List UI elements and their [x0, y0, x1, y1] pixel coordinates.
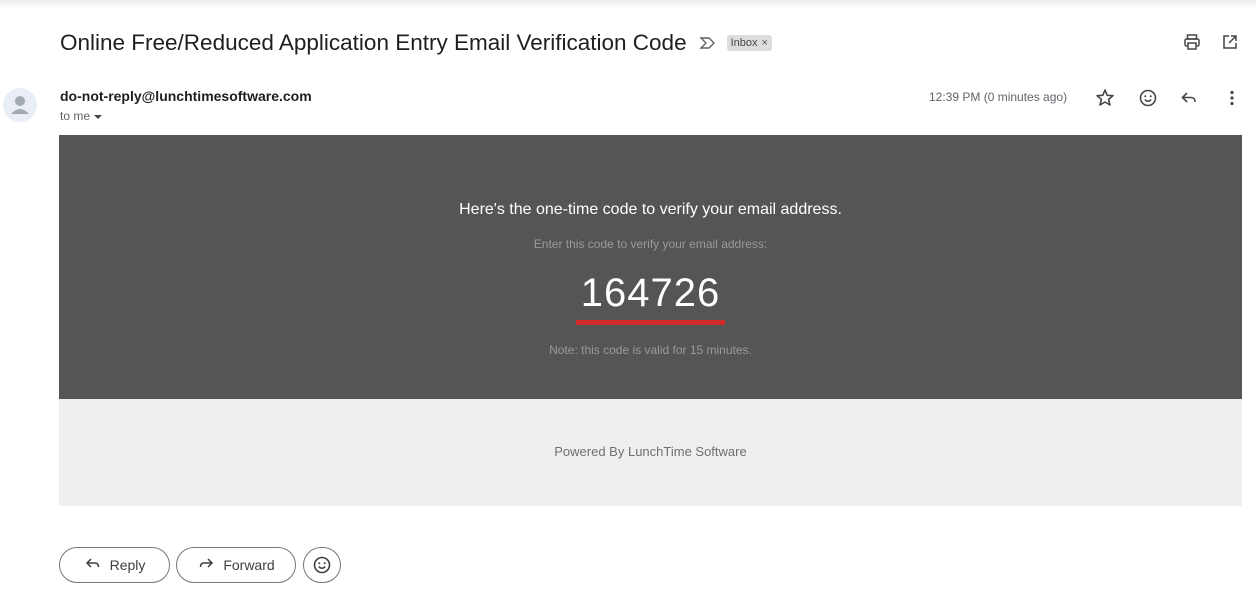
- reply-button[interactable]: Reply: [59, 547, 170, 583]
- print-icon[interactable]: [1181, 31, 1203, 53]
- inbox-label-text: Inbox: [730, 37, 758, 49]
- important-marker-icon[interactable]: [698, 36, 717, 50]
- email-subject: Online Free/Reduced Application Entry Em…: [60, 30, 687, 55]
- email-message-body: Here's the one-time code to verify your …: [59, 135, 1242, 399]
- subject-row: Online Free/Reduced Application Entry Em…: [60, 26, 772, 60]
- inbox-label-chip[interactable]: Inbox ×: [726, 35, 772, 51]
- emoji-icon: [313, 556, 331, 574]
- powered-by-text: Powered By LunchTime Software: [554, 444, 747, 459]
- email-footer-section: Powered By LunchTime Software: [59, 399, 1242, 506]
- avatar: [3, 88, 37, 122]
- reply-icon[interactable]: [1177, 86, 1201, 110]
- forward-button[interactable]: Forward: [176, 547, 296, 583]
- top-shadow: [0, 0, 1256, 8]
- email-timestamp: 12:39 PM (0 minutes ago): [929, 90, 1068, 104]
- recipient-row[interactable]: to me: [60, 109, 103, 123]
- verification-instruction: Enter this code to verify your email add…: [533, 237, 768, 251]
- forward-label: Forward: [223, 557, 275, 573]
- open-in-new-window-icon[interactable]: [1219, 31, 1241, 53]
- emoji-react-button[interactable]: [303, 547, 341, 583]
- forward-arrow-icon: [197, 556, 215, 575]
- code-validity-note: Note: this code is valid for 15 minutes.: [549, 343, 752, 357]
- reply-arrow-icon: [84, 556, 102, 575]
- remove-label-icon[interactable]: ×: [762, 35, 768, 51]
- code-underline: [576, 320, 725, 325]
- reply-label: Reply: [109, 557, 146, 573]
- recipient-details-dropdown-icon[interactable]: [94, 114, 103, 119]
- sender-email[interactable]: do-not-reply@lunchtimesoftware.com: [60, 88, 312, 104]
- emoji-react-icon[interactable]: [1136, 86, 1160, 110]
- star-icon[interactable]: [1093, 86, 1117, 110]
- more-options-icon[interactable]: [1220, 86, 1244, 110]
- verification-code: 164726: [580, 271, 721, 315]
- recipient-text: to me: [60, 109, 91, 123]
- verification-headline: Here's the one-time code to verify your …: [459, 201, 842, 218]
